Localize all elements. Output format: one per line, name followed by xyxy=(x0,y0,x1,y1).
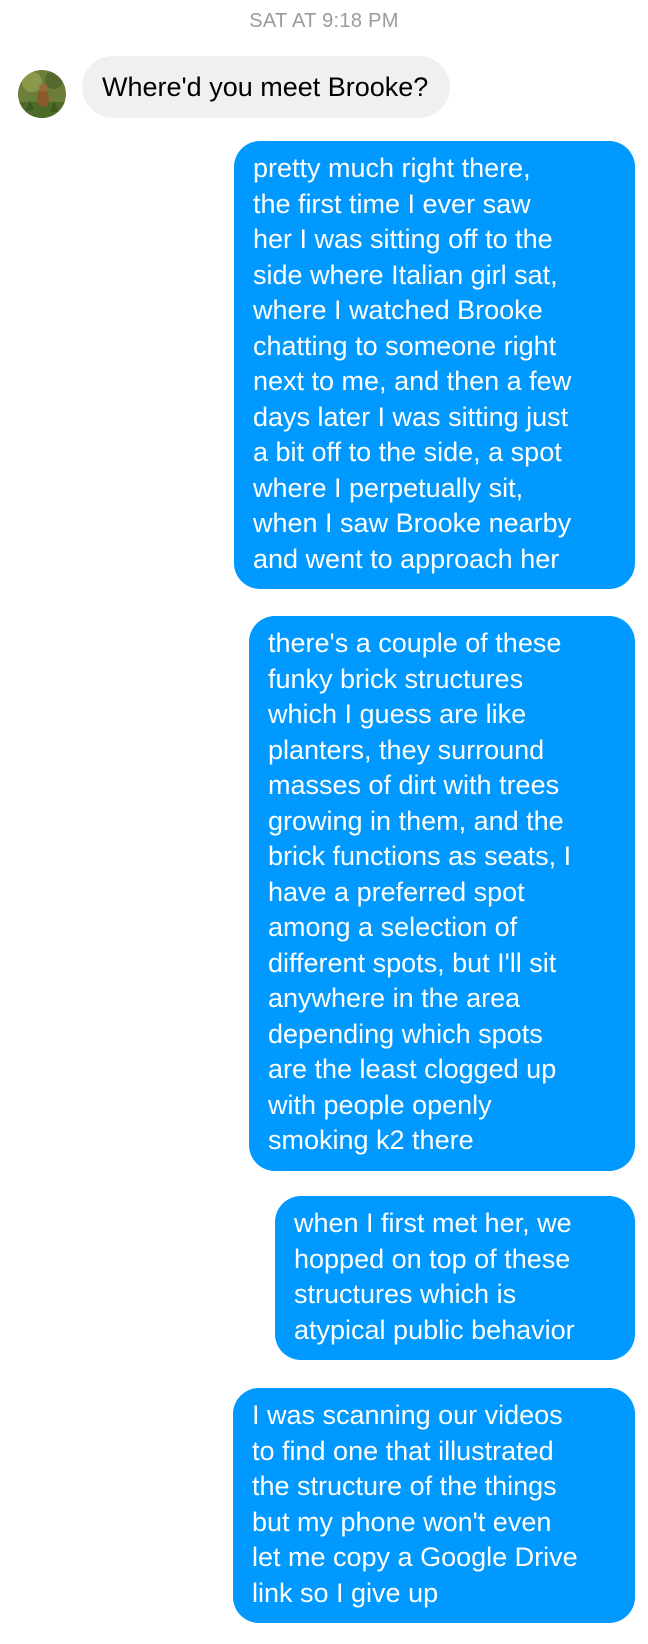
avatar-photo-icon xyxy=(18,70,66,118)
outgoing-message[interactable]: when I first met her, we hopped on top o… xyxy=(275,1196,635,1360)
outgoing-message[interactable]: there's a couple of these funky brick st… xyxy=(249,616,635,1171)
outgoing-message[interactable]: pretty much right there, the first time … xyxy=(234,141,635,589)
contact-avatar[interactable] xyxy=(18,70,66,118)
message-timestamp: SAT AT 9:18 PM xyxy=(249,10,399,32)
outgoing-message[interactable]: I was scanning our videos to find one th… xyxy=(233,1388,635,1623)
incoming-message[interactable]: Where'd you meet Brooke? xyxy=(82,56,451,118)
